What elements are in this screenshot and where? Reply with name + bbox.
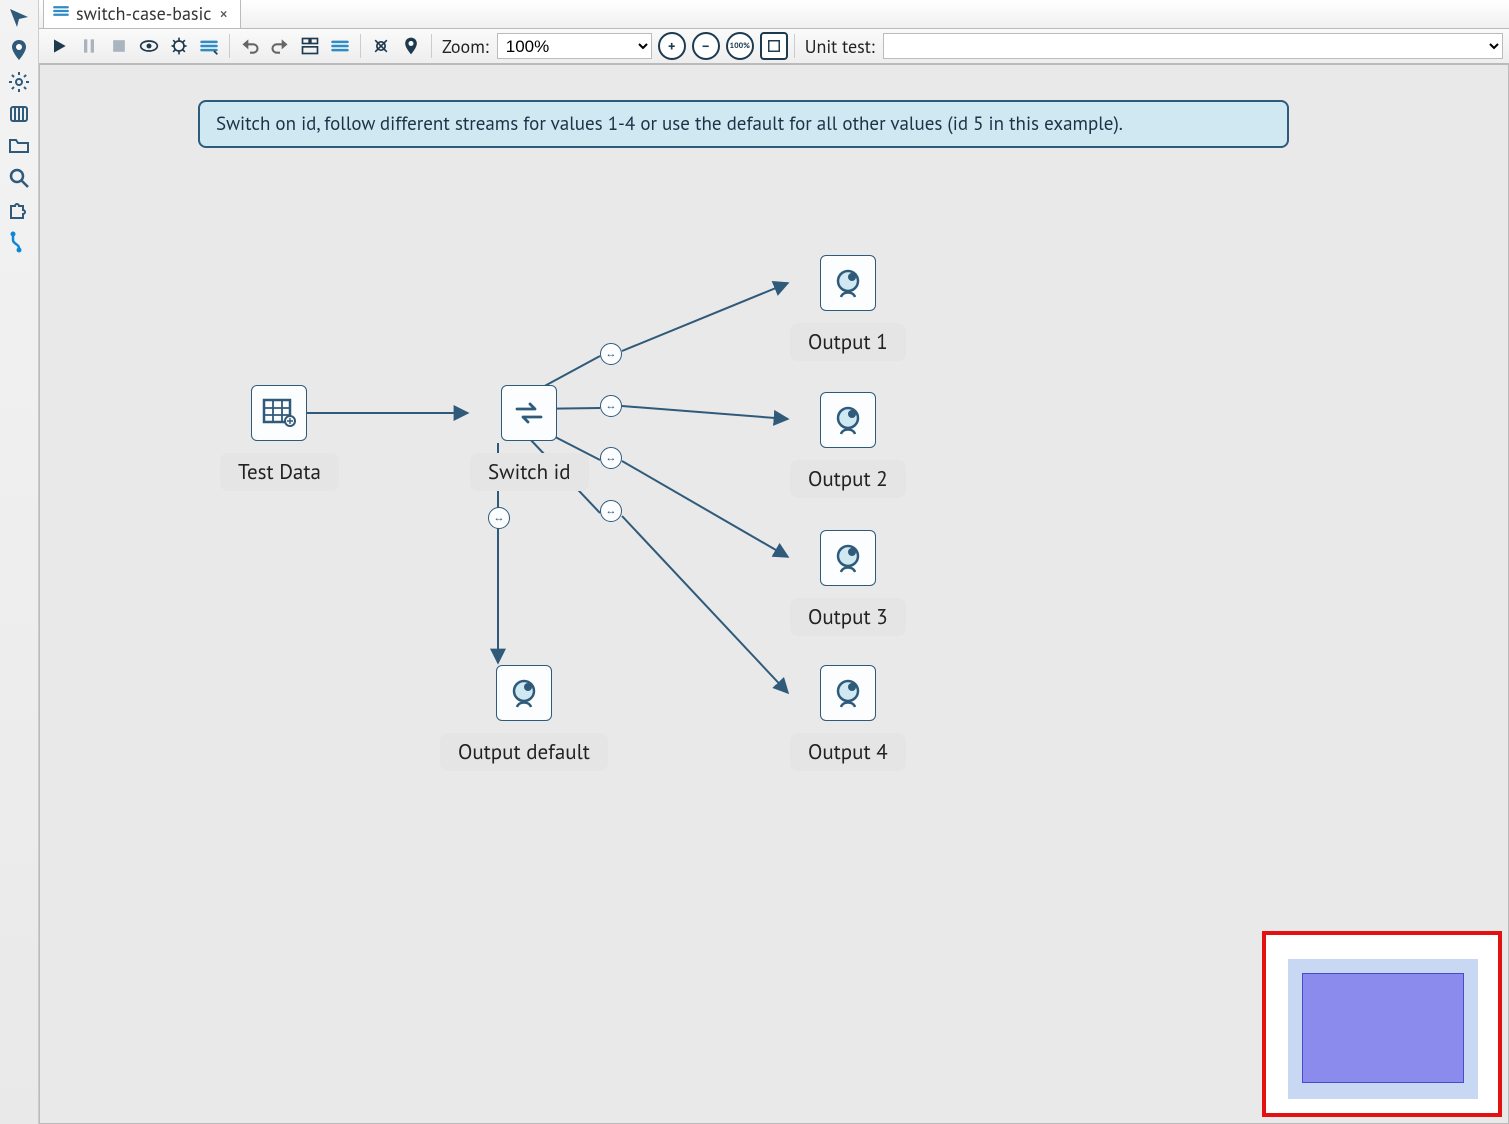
minimap[interactable] xyxy=(1262,931,1502,1117)
unit-test-label: Unit test: xyxy=(805,35,875,58)
debug-button[interactable] xyxy=(165,32,193,60)
zoom-plus-button[interactable]: + xyxy=(658,32,686,60)
nohop-button[interactable] xyxy=(367,32,395,60)
run-button[interactable] xyxy=(45,32,73,60)
hop-joint-4[interactable]: ↔ xyxy=(600,500,622,522)
node-output-3[interactable]: Output 3 xyxy=(790,530,906,636)
separator xyxy=(229,34,230,58)
canvas[interactable]: Switch on id, follow different streams f… xyxy=(39,64,1509,1124)
separator xyxy=(794,34,795,58)
node-label: Output 4 xyxy=(790,733,906,771)
node-label: Output default xyxy=(440,733,608,771)
tab-switch-case-basic[interactable]: switch-case-basic × xyxy=(43,0,241,28)
gear-icon[interactable] xyxy=(1,66,37,98)
navigator-icon[interactable] xyxy=(1,2,37,34)
memory-icon[interactable] xyxy=(1,98,37,130)
node-label: Test Data xyxy=(220,453,339,491)
location-button[interactable] xyxy=(397,32,425,60)
tab-bar: switch-case-basic × xyxy=(39,0,1509,29)
hop-joint-3[interactable]: ↔ xyxy=(600,447,622,469)
node-switch-id[interactable]: Switch id xyxy=(470,385,589,491)
undo-button[interactable] xyxy=(236,32,264,60)
close-icon[interactable]: × xyxy=(219,3,228,25)
unit-test-select[interactable] xyxy=(883,33,1503,59)
toolbar: Zoom: 100% + − 100% Unit test: xyxy=(39,29,1509,64)
zoom-select[interactable]: 100% xyxy=(497,33,652,59)
mode-button[interactable] xyxy=(326,32,354,60)
node-output-1[interactable]: Output 1 xyxy=(790,255,906,361)
zoom-minus-button[interactable]: − xyxy=(692,32,720,60)
zoom-label: Zoom: xyxy=(442,35,489,58)
pause-button[interactable] xyxy=(75,32,103,60)
node-label: Output 3 xyxy=(790,598,906,636)
left-rail xyxy=(0,0,39,1124)
node-label: Output 2 xyxy=(790,460,906,498)
pipeline-icon xyxy=(52,2,70,25)
auto-layout-button[interactable] xyxy=(296,32,324,60)
node-label: Switch id xyxy=(470,453,589,491)
node-test-data[interactable]: Test Data xyxy=(220,385,339,491)
search-icon[interactable] xyxy=(1,162,37,194)
location-pin-icon[interactable] xyxy=(1,34,37,66)
zoom-fit-button[interactable] xyxy=(760,32,788,60)
branch-icon[interactable] xyxy=(1,226,37,258)
redo-button[interactable] xyxy=(266,32,294,60)
hop-joint-default[interactable]: ↔ xyxy=(488,507,510,529)
separator xyxy=(360,34,361,58)
minimap-viewport[interactable] xyxy=(1302,973,1464,1083)
separator xyxy=(431,34,432,58)
folder-icon[interactable] xyxy=(1,130,37,162)
tab-title: switch-case-basic xyxy=(76,2,211,25)
hop-joint-1[interactable]: ↔ xyxy=(600,343,622,365)
preview-button[interactable] xyxy=(135,32,163,60)
zoom-100-button[interactable]: 100% xyxy=(726,32,754,60)
clean-button[interactable] xyxy=(195,32,223,60)
stop-button[interactable] xyxy=(105,32,133,60)
node-output-default[interactable]: Output default xyxy=(440,665,608,771)
node-output-2[interactable]: Output 2 xyxy=(790,392,906,498)
hop-joint-2[interactable]: ↔ xyxy=(600,395,622,417)
node-output-4[interactable]: Output 4 xyxy=(790,665,906,771)
node-label: Output 1 xyxy=(790,323,906,361)
puzzle-icon[interactable] xyxy=(1,194,37,226)
